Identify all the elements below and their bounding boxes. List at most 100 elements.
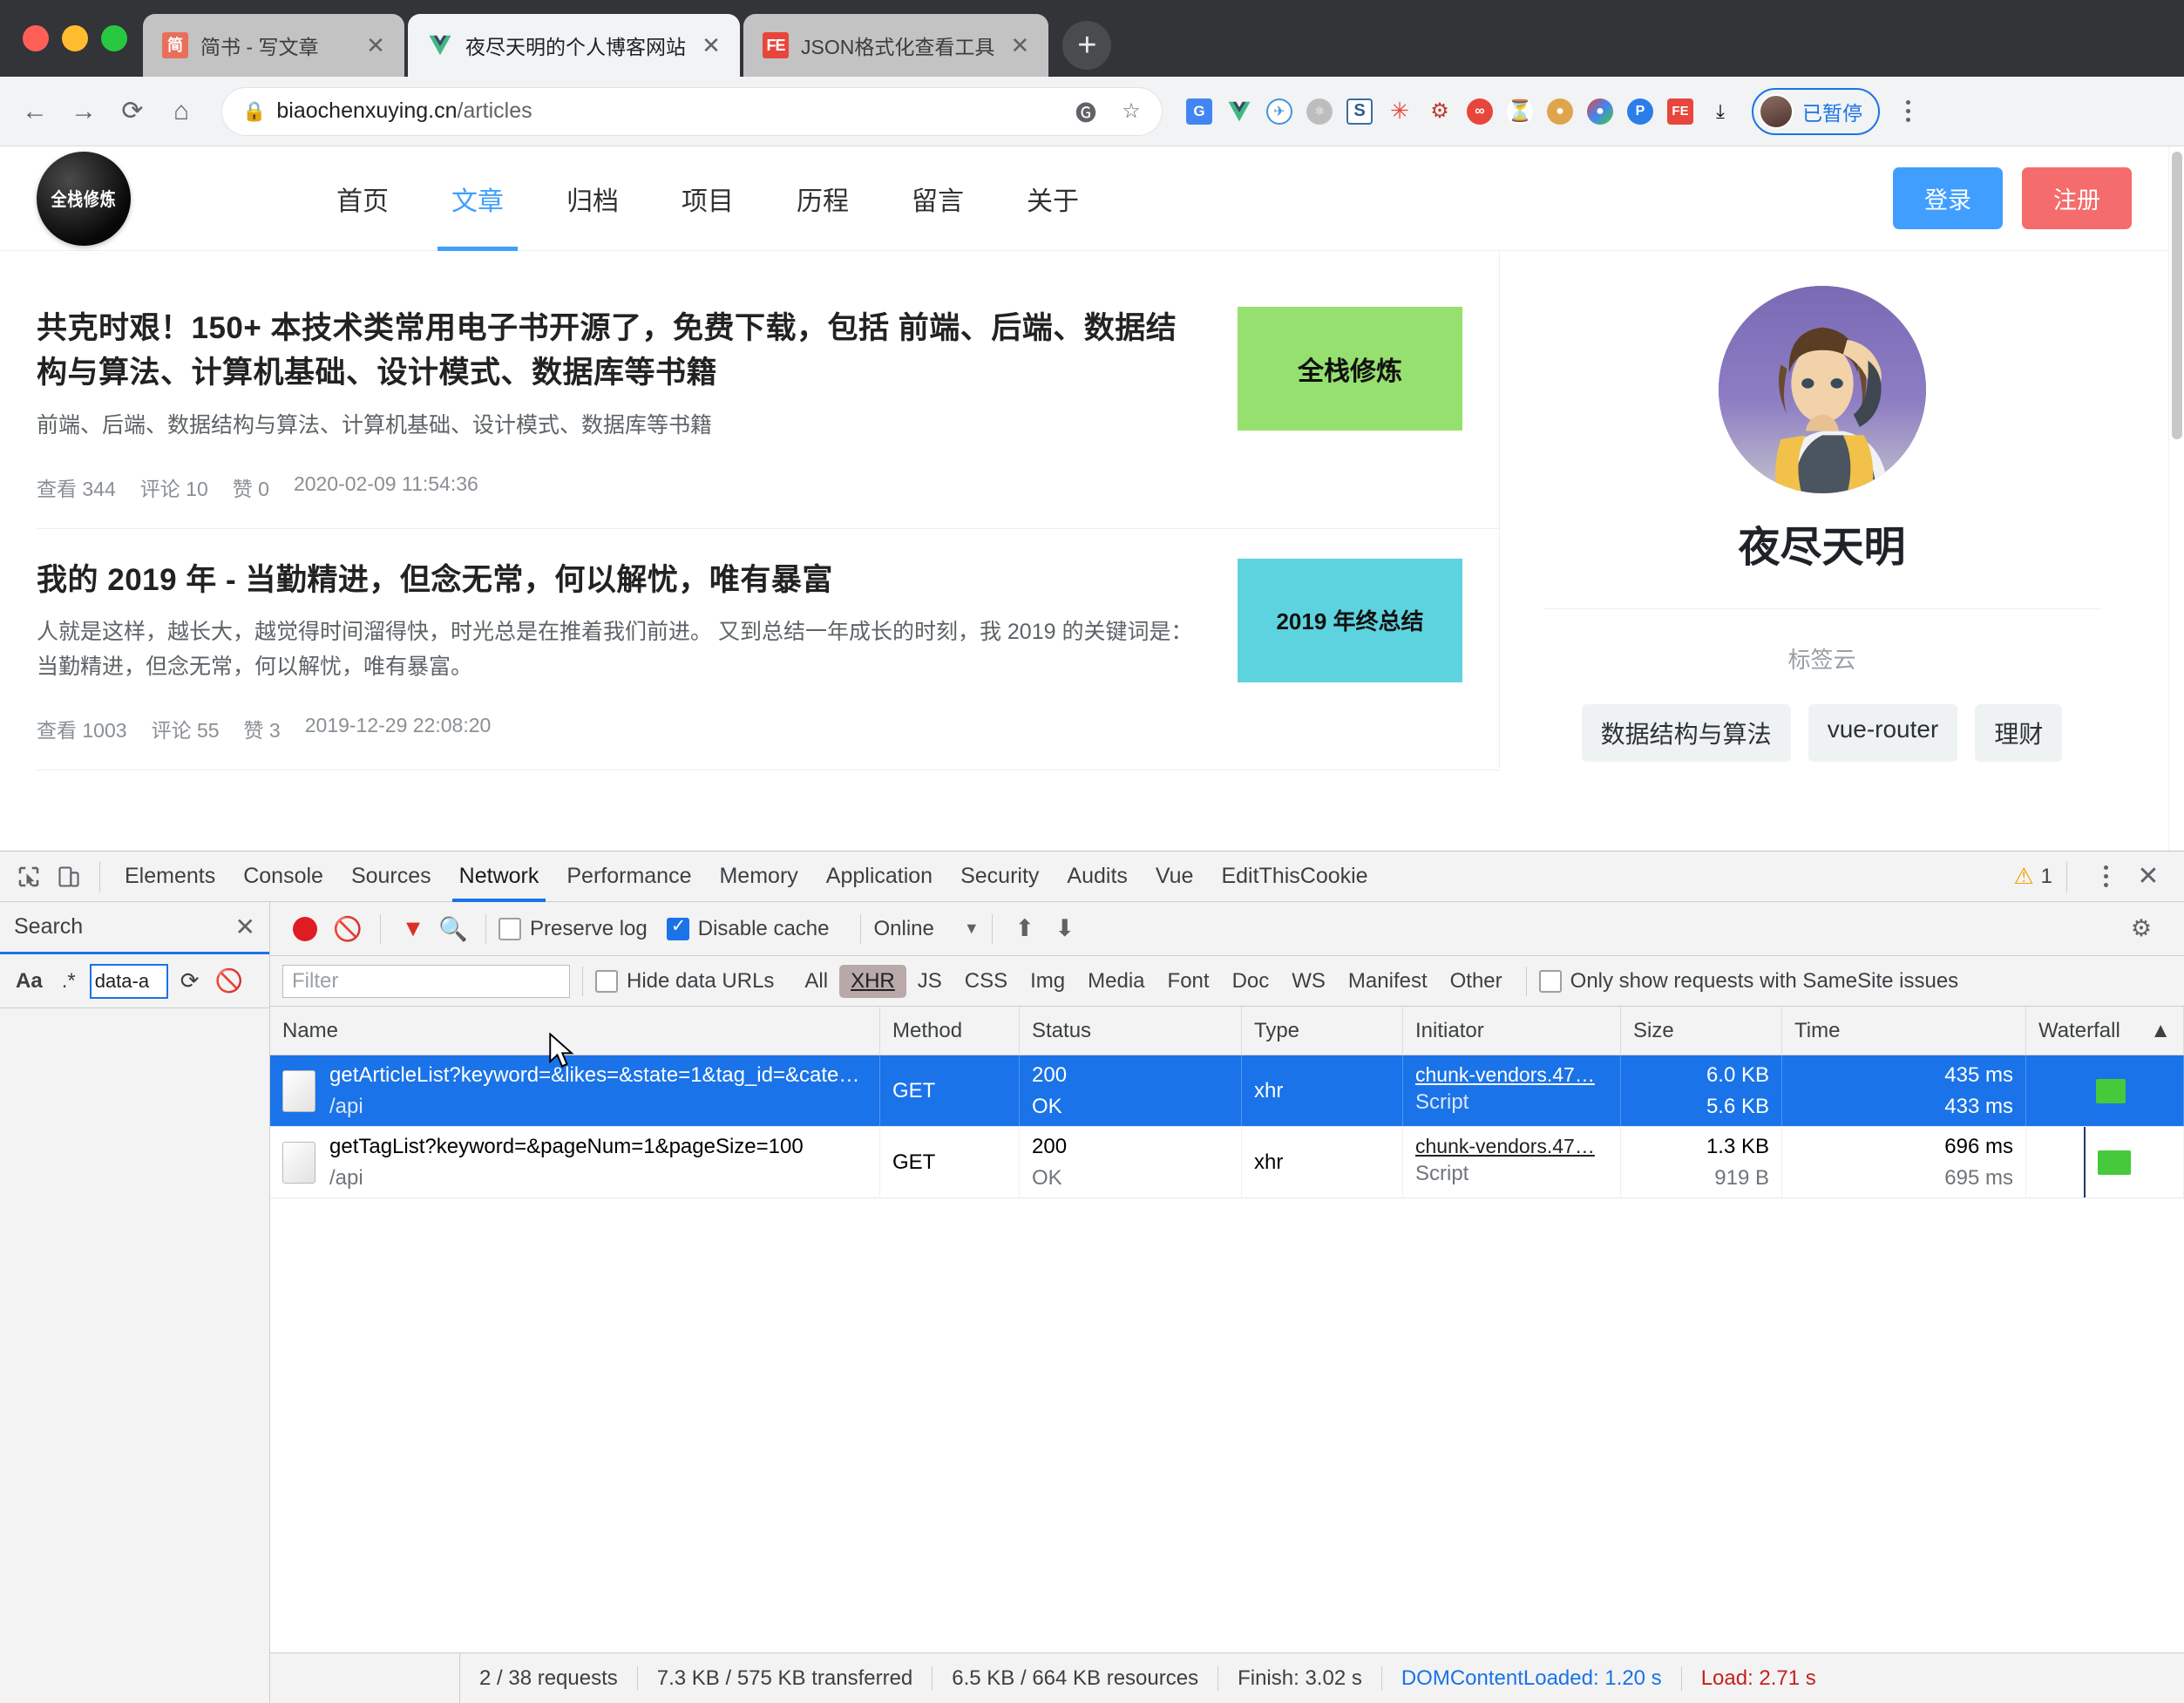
tampermonkey-icon[interactable]: ⏳ [1501,92,1539,131]
chevron-down-icon[interactable]: ▼ [964,919,980,938]
tab-console[interactable]: Console [229,852,337,902]
site-logo[interactable]: 全栈修炼 [37,151,131,246]
stylus-icon[interactable]: S [1340,92,1379,131]
octotree-icon[interactable]: ✳ [1380,92,1419,131]
inspect-element-icon[interactable] [9,857,49,897]
browser-tab-1[interactable]: 简 简书 - 写文章 ✕ [143,14,404,77]
tab-sources[interactable]: Sources [337,852,445,902]
close-icon[interactable]: ✕ [698,32,724,59]
gear-icon[interactable]: ⚙ [2121,909,2161,949]
nav-item-guestbook[interactable]: 留言 [880,146,995,251]
new-tab-button[interactable]: + [1062,21,1112,70]
star-icon[interactable]: ☆ [1114,98,1149,124]
throttling-select[interactable]: Online [873,917,933,941]
filter-type-font[interactable]: Font [1156,965,1221,998]
samesite-issues-checkbox[interactable]: Only show requests with SameSite issues [1538,969,1958,994]
close-icon[interactable]: ✕ [1007,32,1033,59]
wappalyzer-icon[interactable]: ✈ [1260,92,1299,131]
tab-application[interactable]: Application [812,852,946,902]
home-icon[interactable]: ⌂ [159,89,204,134]
search-icon[interactable]: 🔍 [433,909,473,949]
table-row[interactable]: getTagList?keyword=&pageNum=1&pageSize=1… [270,1127,2184,1198]
match-case-icon[interactable]: Aa [10,969,48,994]
cell-name[interactable]: getTagList?keyword=&pageNum=1&pageSize=1… [270,1127,880,1198]
tab-network[interactable]: Network [445,852,553,902]
back-icon[interactable]: ← [12,89,58,134]
warning-badge[interactable]: ⚠ 1 [2013,863,2052,890]
colorzilla-icon[interactable]: ● [1581,92,1619,131]
request-initiator[interactable]: chunk-vendors.47… [1415,1135,1608,1158]
filter-type-media[interactable]: Media [1076,965,1156,998]
filter-icon[interactable]: ▼ [393,909,433,949]
fehelper-icon[interactable]: FE [1661,92,1699,131]
article-item[interactable]: 共克时艰！150+ 本技术类常用电子书开源了，免费下载，包括 前端、后端、数据结… [37,277,1499,529]
translate-icon[interactable]: 🅖 [1068,96,1103,126]
sort-ascending-icon[interactable]: ▲ [2150,1019,2171,1055]
column-header-size[interactable]: Size [1621,1007,1782,1055]
nav-item-articles[interactable]: 文章 [420,146,535,251]
react-devtools-icon[interactable]: ⚛ [1300,92,1339,131]
column-header-type[interactable]: Type [1242,1007,1403,1055]
forward-icon[interactable]: → [61,89,106,134]
regex-icon[interactable]: .* [57,969,81,994]
minimize-window-button[interactable] [62,25,88,51]
nav-item-home[interactable]: 首页 [305,146,420,251]
disable-cache-checkbox[interactable]: Disable cache [666,915,829,941]
reload-icon[interactable]: ⟳ [110,89,155,134]
filter-type-img[interactable]: Img [1019,965,1076,998]
close-icon[interactable]: ✕ [235,913,255,941]
close-icon[interactable]: ✕ [2128,857,2168,897]
close-window-button[interactable] [23,25,49,51]
nav-item-timeline[interactable]: 历程 [765,146,880,251]
page-scrollbar[interactable] [2168,146,2184,851]
tag-item[interactable]: 数据结构与算法 [1581,704,1791,762]
tab-performance[interactable]: Performance [553,852,705,902]
address-bar[interactable]: 🔒 biaochenxuying.cn/articles 🅖 ☆ [221,86,1163,136]
maximize-window-button[interactable] [101,25,127,51]
kebab-menu-icon[interactable] [1889,90,1927,133]
record-button[interactable] [293,916,317,941]
scrollbar-thumb[interactable] [2172,152,2182,439]
devtools-kebab-menu-icon[interactable] [2086,855,2125,899]
article-thumbnail[interactable]: 2019 年终总结 [1238,558,1462,682]
profile-button[interactable]: 已暂停 [1752,87,1880,135]
infinity-newtab-icon[interactable]: ∞ [1461,92,1499,131]
filter-type-js[interactable]: JS [906,965,953,998]
article-title[interactable]: 共克时艰！150+ 本技术类常用电子书开源了，免费下载，包括 前端、后端、数据结… [37,307,1203,396]
column-header-initiator[interactable]: Initiator [1403,1007,1621,1055]
browser-tab-2[interactable]: 夜尽天明的个人博客网站 ✕ [408,14,740,77]
download-icon[interactable]: ⤓ [1701,92,1740,131]
article-title[interactable]: 我的 2019 年 - 当勤精进，但念无常，何以解忧，唯有暴富 [37,559,1203,603]
column-header-status[interactable]: Status [1020,1007,1242,1055]
column-header-time[interactable]: Time [1782,1007,2026,1055]
filter-type-doc[interactable]: Doc [1221,965,1281,998]
tag-item[interactable]: 理财 [1975,704,2063,762]
filter-type-ws[interactable]: WS [1280,965,1337,998]
filter-type-other[interactable]: Other [1439,965,1514,998]
upload-har-icon[interactable]: ⬆ [1005,909,1045,949]
tab-editthiscookie[interactable]: EditThisCookie [1207,852,1381,902]
nav-item-archive[interactable]: 归档 [535,146,650,251]
filter-input[interactable]: Filter [282,964,570,998]
filter-type-css[interactable]: CSS [953,965,1019,998]
cookie-icon[interactable]: ● [1541,92,1579,131]
proxy-switchy-icon[interactable]: P [1621,92,1659,131]
author-avatar[interactable] [1718,286,1926,493]
xpath-helper-icon[interactable]: ⚙ [1421,92,1459,131]
clear-icon[interactable]: 🚫 [328,909,368,949]
search-input[interactable]: data-a [89,963,168,999]
filter-type-all[interactable]: All [793,965,839,998]
tab-audits[interactable]: Audits [1053,852,1141,902]
tab-vue[interactable]: Vue [1142,852,1208,902]
tag-item[interactable]: vue-router [1808,704,1958,762]
preserve-log-checkbox[interactable]: Preserve log [499,917,648,941]
browser-tab-3[interactable]: FE JSON格式化查看工具 ✕ [743,14,1049,77]
clear-icon[interactable]: 🚫 [212,967,247,994]
column-header-method[interactable]: Method [880,1007,1020,1055]
tab-memory[interactable]: Memory [705,852,811,902]
download-har-icon[interactable]: ⬇ [1045,909,1085,949]
article-thumbnail[interactable]: 全栈修炼 [1238,307,1462,431]
request-initiator[interactable]: chunk-vendors.47… [1415,1063,1608,1087]
filter-type-manifest[interactable]: Manifest [1337,965,1439,998]
close-icon[interactable]: ✕ [363,32,389,59]
